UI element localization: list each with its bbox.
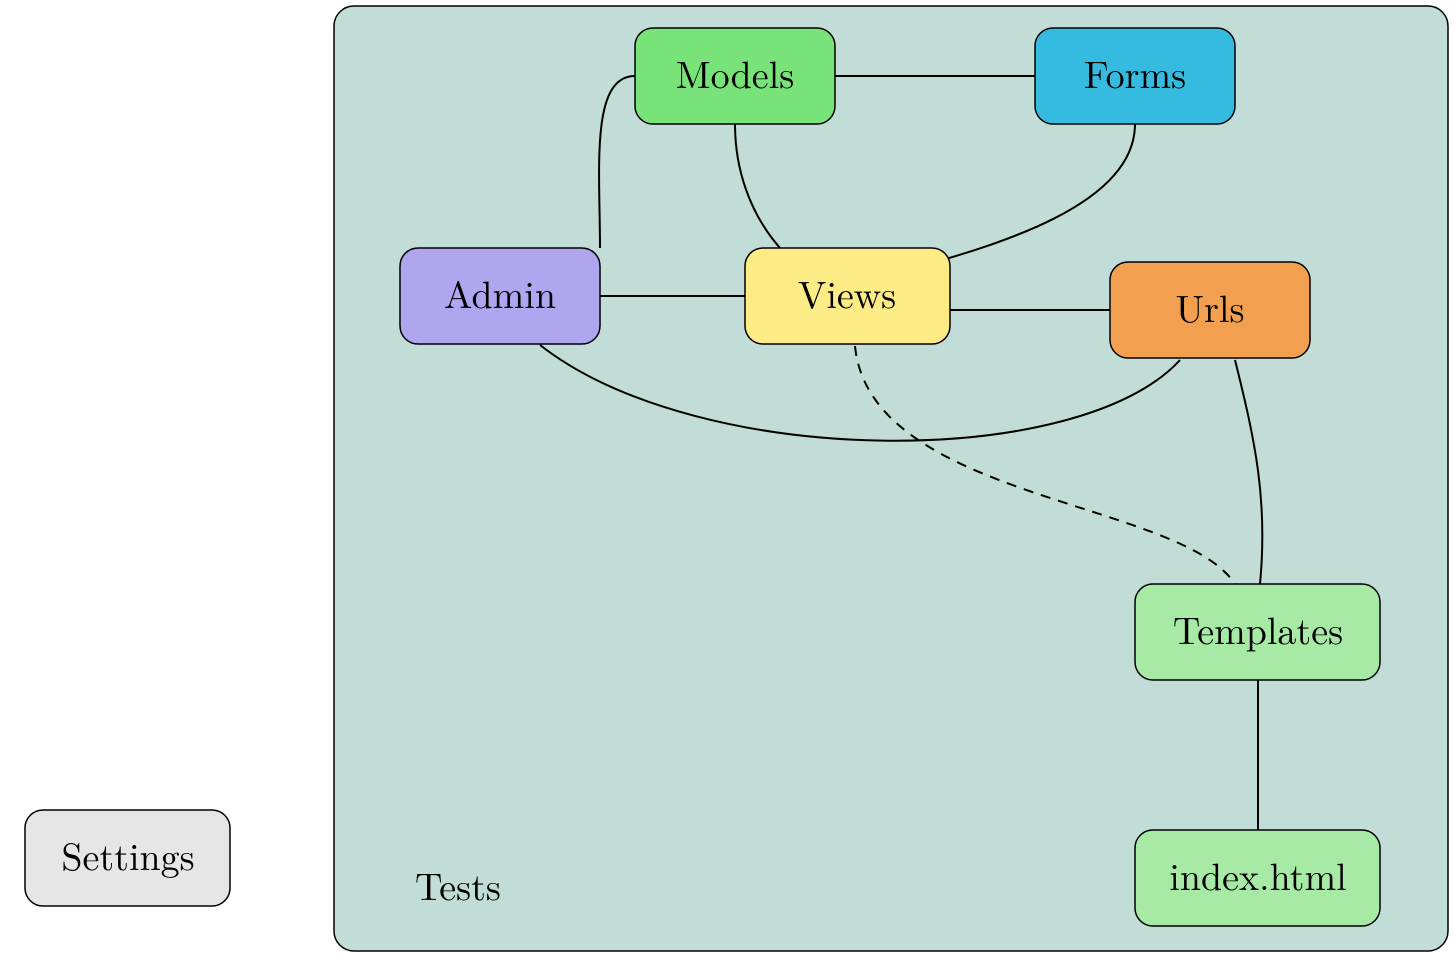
node-forms-label: Forms: [1084, 46, 1186, 100]
node-settings-label: Settings: [61, 828, 194, 882]
node-templates-label: Templates: [1173, 602, 1343, 656]
node-views: Views: [745, 248, 950, 344]
node-templates: Templates: [1135, 584, 1380, 680]
node-models-label: Models: [676, 46, 794, 100]
tests-container: [334, 6, 1448, 951]
node-index: index.html: [1135, 830, 1380, 926]
node-urls: Urls: [1110, 262, 1310, 358]
node-settings: Settings: [25, 810, 230, 906]
node-models: Models: [635, 28, 835, 124]
node-forms: Forms: [1035, 28, 1235, 124]
node-admin: Admin: [400, 248, 600, 344]
node-urls-label: Urls: [1176, 280, 1245, 334]
node-views-label: Views: [798, 266, 896, 320]
node-admin-label: Admin: [444, 266, 556, 320]
tests-label: Tests: [415, 858, 501, 912]
node-index-label: index.html: [1169, 848, 1346, 902]
